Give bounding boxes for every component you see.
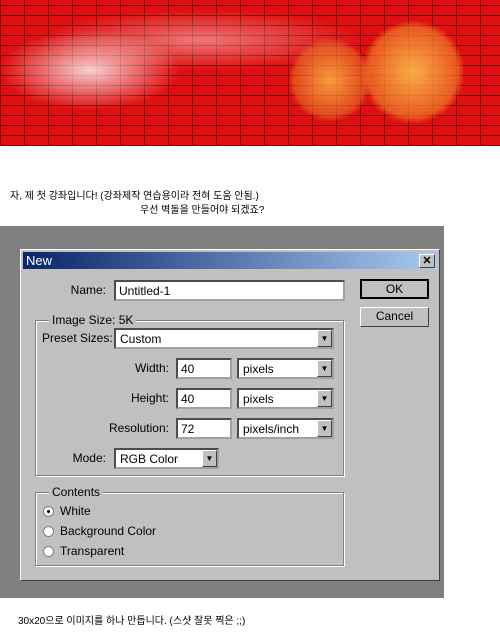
width-label: Width: [134,361,169,375]
ok-button[interactable]: OK [360,279,429,299]
caption-bottom: 30x20으로 이미지를 하나 만듭니다. (스샷 잘못 찍은 ;;) [18,616,246,627]
height-unit-value: pixels [243,392,274,406]
mode-value: RGB Color [120,452,179,466]
chevron-down-icon[interactable]: ▼ [202,450,217,467]
cancel-button[interactable]: Cancel [360,307,429,327]
radio-button[interactable] [43,526,54,537]
image-size-legend: Image Size: 5K [49,313,137,327]
close-button[interactable]: ✕ [419,254,435,268]
height-label: Height: [130,391,169,405]
width-unit-value: pixels [243,362,274,376]
width-unit-select[interactable]: pixels ▼ [237,358,334,379]
resolution-unit-value: pixels/inch [243,422,300,436]
width-input[interactable]: 40 [176,358,232,379]
mode-select[interactable]: RGB Color ▼ [114,448,219,469]
mode-label: Mode: [72,451,106,465]
caption-bricks: 우선 벽돌을 만들어야 되겠죠? [140,205,265,216]
chevron-down-icon[interactable]: ▼ [317,420,332,437]
chevron-down-icon[interactable]: ▼ [317,390,332,407]
contents-legend: Contents [49,485,104,499]
title-bar[interactable]: New ✕ [23,252,437,269]
radio-label: Background Color [60,524,157,538]
preset-sizes-select[interactable]: Custom ▼ [114,328,334,349]
chevron-down-icon[interactable]: ▼ [317,360,332,377]
height-unit-select[interactable]: pixels ▼ [237,388,334,409]
dialog-title: New [26,253,53,268]
preset-sizes-value: Custom [120,332,162,346]
caption-intro: 자, 제 첫 강좌입니다! (강좌제작 연습용이라 전혀 도움 안됨.) [10,191,259,202]
radio-label: Transparent [60,544,125,558]
preset-sizes-label: Preset Sizes: [42,331,113,345]
resolution-label: Resolution: [108,421,169,435]
height-input[interactable]: 40 [176,388,232,409]
chevron-down-icon[interactable]: ▼ [317,330,332,347]
red-brick-banner-image [0,0,500,146]
radio-label: White [60,504,91,518]
radio-button-selected[interactable] [43,506,54,517]
new-document-dialog: New ✕ Name: Untitled-1 OK Cancel Image S… [20,249,440,581]
radio-button[interactable] [43,546,54,557]
name-input[interactable]: Untitled-1 [114,280,345,301]
resolution-unit-select[interactable]: pixels/inch ▼ [237,418,334,439]
name-label: Name: [70,283,106,297]
resolution-input[interactable]: 72 [176,418,232,439]
